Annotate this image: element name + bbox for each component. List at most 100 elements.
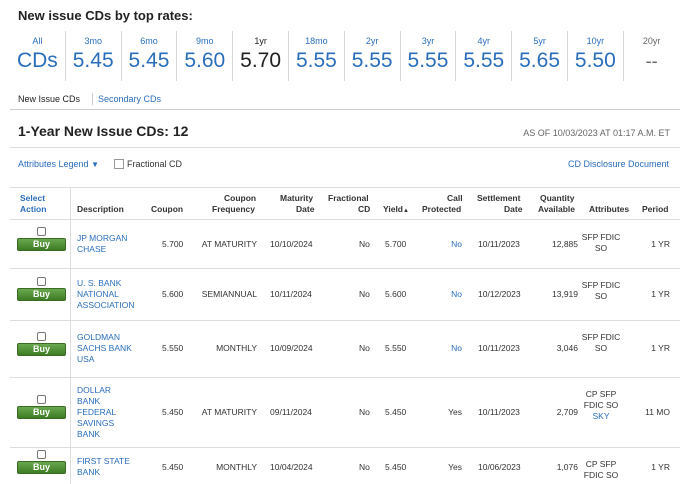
col-select-header-1: Select [20,193,46,203]
col-coupon-header[interactable]: Coupon [151,204,183,215]
cd-issuer-link[interactable]: DOLLAR [77,385,111,396]
maturity-date: 10/10/2024 [270,238,313,249]
col-yield-header[interactable]: Yield▲ [383,204,409,217]
coupon-frequency: AT MATURITY [201,406,257,417]
cd-disclosure-link[interactable]: CD Disclosure Document [568,159,669,169]
rate-term-7[interactable]: 3yr 5.55 [401,31,457,81]
rate-term-11[interactable]: 20yr -- [624,31,680,81]
tab-divider [92,93,93,105]
fractional-value: No [359,343,370,353]
sort-up-icon: ▲ [403,208,409,214]
yield-value: 5.700 [385,238,407,249]
tab-new-issue-cds[interactable]: New Issue CDs [18,94,80,104]
row-select-checkbox[interactable] [37,450,46,459]
row-select-checkbox[interactable] [37,277,46,286]
period-value: 11 MO [645,406,670,417]
rate-term-label: 9mo [196,36,214,46]
attribute-codes[interactable]: SKY [571,411,631,422]
rate-term-4[interactable]: 1yr 5.70 [233,31,289,81]
row-select-checkbox[interactable] [37,331,46,341]
col-call-header-1[interactable]: Call [447,193,463,204]
col-call-header-2[interactable]: Protected [422,204,461,215]
fractional-cd-filter[interactable]: Fractional CD [114,159,182,169]
row-select-checkbox[interactable] [37,227,46,236]
fractional-value: No [359,238,370,249]
rate-term-label: 4yr [477,36,491,46]
cd-issuer-link[interactable]: NATIONAL [77,289,119,300]
fractional-value: No [359,406,370,417]
rate-value: 5.55 [463,49,505,72]
section-title: 1-Year New Issue CDs: 12 [18,123,189,139]
cd-issuer-link[interactable]: U. S. BANK [77,278,121,289]
rate-value: 5.70 [240,49,282,72]
cd-issuer-link[interactable]: BANK [77,467,100,478]
settlement-date: 10/12/2023 [478,288,521,299]
rate-value: 5.55 [407,49,449,72]
buy-button[interactable]: Buy [17,238,66,251]
cd-issuer-link[interactable]: BANK [77,429,100,440]
col-freq-header-1[interactable]: Coupon [224,193,256,204]
cd-issuer-link[interactable]: SACHS BANK [77,343,132,354]
col-fractional-header-2[interactable]: CD [358,204,370,215]
cd-issuer-link[interactable]: CHASE [77,244,106,255]
buy-button[interactable]: Buy [17,406,66,419]
rate-term-6[interactable]: 2yr 5.55 [345,31,401,81]
attribute-codes: CP SFP [585,459,617,469]
cd-issuer-link[interactable]: USA [77,354,94,365]
cd-issuer-link[interactable]: BANK [77,396,100,407]
rate-value: 5.60 [184,49,226,72]
cd-tabs: New Issue CDs Secondary CDs [10,90,680,110]
rate-term-label: 3mo [84,36,102,46]
call-protected-value[interactable]: No [451,343,462,354]
col-fractional-header-1[interactable]: Fractional [328,193,369,204]
cd-issuer-link[interactable]: JP MORGAN [77,233,127,244]
cd-issuer-link[interactable]: FEDERAL [77,407,116,418]
col-description-header[interactable]: Description [77,204,124,215]
cd-issuer-link[interactable]: GOLDMAN [77,332,120,343]
call-protected-value[interactable]: No [451,239,462,250]
fractional-cd-checkbox[interactable] [114,159,124,169]
rate-term-10[interactable]: 10yr 5.50 [568,31,624,81]
call-protected-value[interactable]: No [451,289,462,300]
buy-button[interactable]: Buy [17,461,66,474]
as-of-timestamp: AS OF 10/03/2023 AT 01:17 A.M. ET [523,128,670,138]
settlement-date: 10/06/2023 [478,461,521,472]
attributes-legend-link[interactable]: Attributes Legend ▼ [18,159,99,169]
cd-issuer-link[interactable]: ASSOCIATION [77,300,134,311]
row-select-checkbox[interactable] [37,395,46,404]
coupon-value: 5.450 [162,461,184,472]
rate-term-3[interactable]: 9mo 5.60 [177,31,234,81]
coupon-value: 5.550 [162,343,184,353]
caret-down-icon: ▼ [91,160,99,169]
cd-issuer-link[interactable]: SAVINGS [77,418,114,429]
col-settle-header-1[interactable]: Settlement [477,193,520,204]
rate-value: -- [645,51,658,71]
yield-value: 5.450 [385,461,407,472]
coupon-value: 5.700 [162,238,184,249]
attribute-codes: SFP FDIC [581,332,621,342]
col-settle-header-2[interactable]: Date [504,204,522,215]
rate-term-label: All [32,36,43,46]
col-period-header[interactable]: Period [642,204,668,215]
settlement-date: 10/11/2023 [478,238,520,249]
col-yield-label: Yield [383,204,403,214]
rate-term-2[interactable]: 6mo 5.45 [122,31,178,81]
col-qty-header-2[interactable]: Available [538,204,575,215]
row-divider [10,447,680,448]
rate-term-0[interactable]: All CDs [10,31,66,81]
col-maturity-header-2[interactable]: Date [296,204,314,215]
col-freq-header-2[interactable]: Frequency [212,204,255,215]
rate-term-1[interactable]: 3mo 5.45 [66,31,122,81]
rate-term-8[interactable]: 4yr 5.55 [456,31,513,81]
buy-button[interactable]: Buy [17,288,66,301]
buy-button[interactable]: Buy [17,342,66,356]
coupon-frequency: SEMIANNUAL [201,288,257,299]
rate-term-5[interactable]: 18mo 5.55 [289,31,345,81]
cd-issuer-link[interactable]: FIRST STATE [77,456,130,467]
tab-secondary-cds[interactable]: Secondary CDs [98,94,161,104]
col-qty-header-1[interactable]: Quantity [540,193,574,204]
rate-term-9[interactable]: 5yr 5.65 [512,31,568,81]
col-maturity-header-1[interactable]: Maturity [280,193,313,204]
call-protected-value: Yes [448,461,462,472]
col-attributes-header[interactable]: Attributes [589,204,629,215]
